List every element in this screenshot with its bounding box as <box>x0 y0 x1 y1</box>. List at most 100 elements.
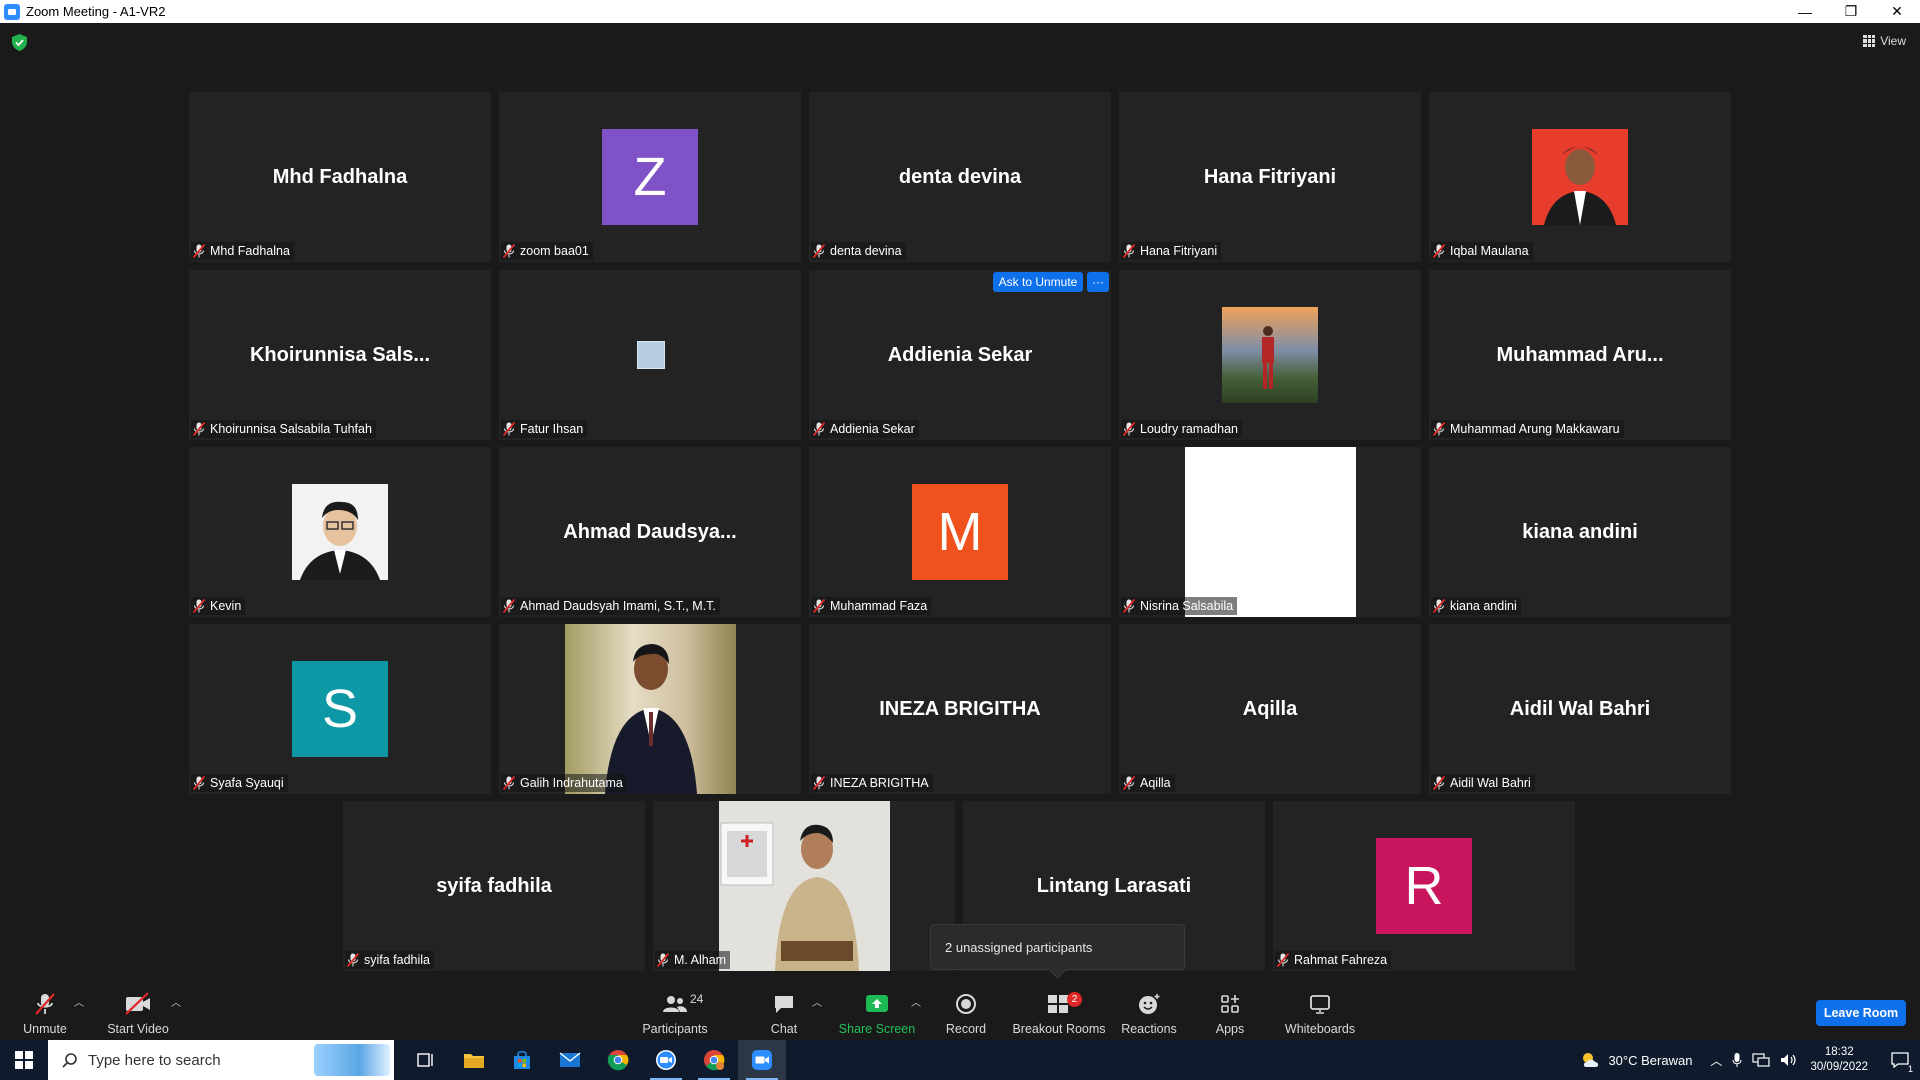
notification-icon <box>1891 1052 1909 1068</box>
chat-options-caret-icon[interactable]: ︿ <box>812 994 822 1009</box>
participant-name: Rahmat Fahreza <box>1294 953 1388 967</box>
security-shield-icon[interactable] <box>12 34 27 51</box>
task-view-button[interactable] <box>402 1040 450 1080</box>
search-highlight-image[interactable] <box>314 1044 390 1076</box>
participant-tile-addienia-sekar[interactable]: Addienia Sekar Addienia Sekar <box>809 270 1111 440</box>
participant-name: Muhammad Faza <box>830 599 928 613</box>
search-icon <box>62 1053 77 1068</box>
participant-tile-kiana-andini[interactable]: kiana andini kiana andini <box>1429 447 1731 617</box>
taskbar-file-explorer[interactable] <box>450 1040 498 1080</box>
volume-icon[interactable] <box>1780 1053 1798 1067</box>
participant-photo <box>1185 447 1356 617</box>
show-hidden-icons-chevron-icon[interactable]: ︿ <box>1710 1052 1722 1069</box>
participant-tile-ineza-brigitha[interactable]: INEZA BRIGITHA INEZA BRIGITHA <box>809 624 1111 794</box>
participant-tile-khoirunnisa-salsabila-tuhfah[interactable]: Khoirunnisa Sals... Khoirunnisa Salsabila… <box>189 270 491 440</box>
reactions-button[interactable]: Reactions <box>1121 978 1177 1040</box>
taskbar-zoom-meeting[interactable] <box>738 1040 786 1080</box>
participant-name-tag: Loudry ramadhan <box>1121 420 1242 438</box>
participant-tile-muhammad-faza[interactable]: M Muhammad Faza <box>809 447 1111 617</box>
muted-mic-icon <box>813 776 825 790</box>
participant-tile-loudry-ramadhan[interactable]: Loudry ramadhan <box>1119 270 1421 440</box>
participant-tile-kevin[interactable]: Kevin <box>189 447 491 617</box>
participant-tile-iqbal-maulana[interactable]: Iqbal Maulana <box>1429 92 1731 262</box>
whiteboards-label: Whiteboards <box>1284 1022 1356 1036</box>
start-video-button[interactable]: Start Video <box>106 978 170 1040</box>
muted-mic-icon <box>1123 776 1135 790</box>
notification-count: 1 <box>1907 1064 1913 1074</box>
participant-tile-fatur-ihsan[interactable]: Fatur Ihsan <box>499 270 801 440</box>
participant-name: Aqilla <box>1140 776 1171 790</box>
start-button[interactable] <box>0 1040 48 1080</box>
participant-tile-m-alham[interactable]: M. Alham <box>653 801 955 971</box>
taskbar-chrome-profile[interactable] <box>690 1040 738 1080</box>
tray-microphone-icon[interactable] <box>1732 1052 1742 1068</box>
participant-name: M. Alham <box>674 953 727 967</box>
apps-button[interactable]: Apps <box>1212 978 1248 1040</box>
participant-photo <box>637 341 665 369</box>
chat-button[interactable]: Chat <box>766 978 802 1040</box>
muted-mic-icon <box>347 953 359 967</box>
participant-avatar-letter: M <box>912 484 1008 580</box>
participant-tile-denta-devina[interactable]: denta devina denta devina <box>809 92 1111 262</box>
participant-tile-ahmad-daudsyah-imami-s-t-m-t[interactable]: Ahmad Daudsya... Ahmad Daudsyah Imami, S.… <box>499 447 801 617</box>
share-screen-icon <box>866 995 888 1012</box>
taskbar-chrome[interactable] <box>594 1040 642 1080</box>
record-button[interactable]: Record <box>944 978 988 1040</box>
participant-tile-nisrina-salsabila[interactable]: Nisrina Salsabila <box>1119 447 1421 617</box>
unmute-button[interactable]: Unmute <box>18 978 72 1040</box>
participant-name: Muhammad Arung Makkawaru <box>1450 422 1620 436</box>
share-screen-button[interactable]: Share Screen <box>839 978 915 1040</box>
chat-label: Chat <box>770 1022 798 1036</box>
taskbar-mail[interactable] <box>546 1040 594 1080</box>
close-button[interactable]: ✕ <box>1874 0 1920 23</box>
ask-to-unmute-button[interactable]: Ask to Unmute <box>993 272 1083 292</box>
muted-mic-icon <box>503 422 515 436</box>
participant-tile-mhd-fadhalna[interactable]: Mhd Fadhalna Mhd Fadhalna <box>189 92 491 262</box>
weather-widget[interactable]: 30°C Berawan <box>1580 1051 1692 1069</box>
video-options-caret-icon[interactable]: ︿ <box>171 994 181 1009</box>
participant-tile-galih-indrahutama[interactable]: Galih Indrahutama <box>499 624 801 794</box>
whiteboard-icon <box>1310 995 1330 1014</box>
participant-tile-zoom-baa01[interactable]: Zzoom baa01 <box>499 92 801 262</box>
participant-tile-aidil-wal-bahri[interactable]: Aidil Wal Bahri Aidil Wal Bahri <box>1429 624 1731 794</box>
taskbar-search-box[interactable]: Type here to search <box>48 1040 394 1080</box>
weather-text: 30°C Berawan <box>1608 1052 1693 1068</box>
participant-display-name: kiana andini <box>1522 520 1638 543</box>
participants-button[interactable]: Participants <box>640 978 710 1040</box>
minimize-button[interactable]: — <box>1782 0 1828 23</box>
apps-label: Apps <box>1215 1022 1245 1036</box>
taskbar-clock[interactable]: 18:32 30/09/2022 <box>1810 1045 1868 1075</box>
participant-tile-muhammad-arung-makkawaru[interactable]: Muhammad Aru... Muhammad Arung Makkawaru <box>1429 270 1731 440</box>
share-options-caret-icon[interactable]: ︿ <box>911 994 921 1009</box>
participants-count: 24 <box>690 992 704 1006</box>
network-icon[interactable] <box>1752 1053 1771 1067</box>
participant-name: Iqbal Maulana <box>1450 244 1529 258</box>
participant-photo <box>565 624 736 794</box>
participant-tile-aqilla[interactable]: Aqilla Aqilla <box>1119 624 1421 794</box>
view-button[interactable]: View <box>1863 34 1906 48</box>
restore-button[interactable]: ❐ <box>1828 0 1874 23</box>
participant-tile-hana-fitriyani[interactable]: Hana Fitriyani Hana Fitriyani <box>1119 92 1421 262</box>
participant-name: Ahmad Daudsyah Imami, S.T., M.T. <box>520 599 716 613</box>
participant-name: Addienia Sekar <box>830 422 915 436</box>
whiteboards-button[interactable]: Whiteboards <box>1282 978 1358 1040</box>
window-title: Zoom Meeting - A1-VR2 <box>26 4 166 19</box>
apps-icon <box>1221 995 1239 1013</box>
participant-tile-rahmat-fahreza[interactable]: R Rahmat Fahreza <box>1273 801 1575 971</box>
taskbar-store[interactable] <box>498 1040 546 1080</box>
participant-display-name: Hana Fitriyani <box>1203 165 1337 188</box>
taskbar-zoom-app[interactable] <box>642 1040 690 1080</box>
more-options-button[interactable]: ··· <box>1087 272 1109 292</box>
breakout-rooms-button[interactable]: Breakout Rooms <box>1012 978 1106 1040</box>
participant-name: denta devina <box>830 244 902 258</box>
audio-options-caret-icon[interactable]: ︿ <box>74 994 84 1009</box>
participant-display-name: Ahmad Daudsya... <box>563 520 737 543</box>
leave-room-button[interactable]: Leave Room <box>1816 1000 1906 1026</box>
participant-name-tag: Hana Fitriyani <box>1121 242 1222 260</box>
participants-label: Participants <box>642 1022 708 1036</box>
zoom-app-icon <box>4 3 20 20</box>
partly-cloudy-icon <box>1583 1053 1599 1067</box>
action-center-button[interactable]: 1 <box>1880 1040 1920 1080</box>
participant-tile-syifa-fadhila[interactable]: syifa fadhila syifa fadhila <box>343 801 645 971</box>
participant-tile-syafa-syauqi[interactable]: S Syafa Syauqi <box>189 624 491 794</box>
